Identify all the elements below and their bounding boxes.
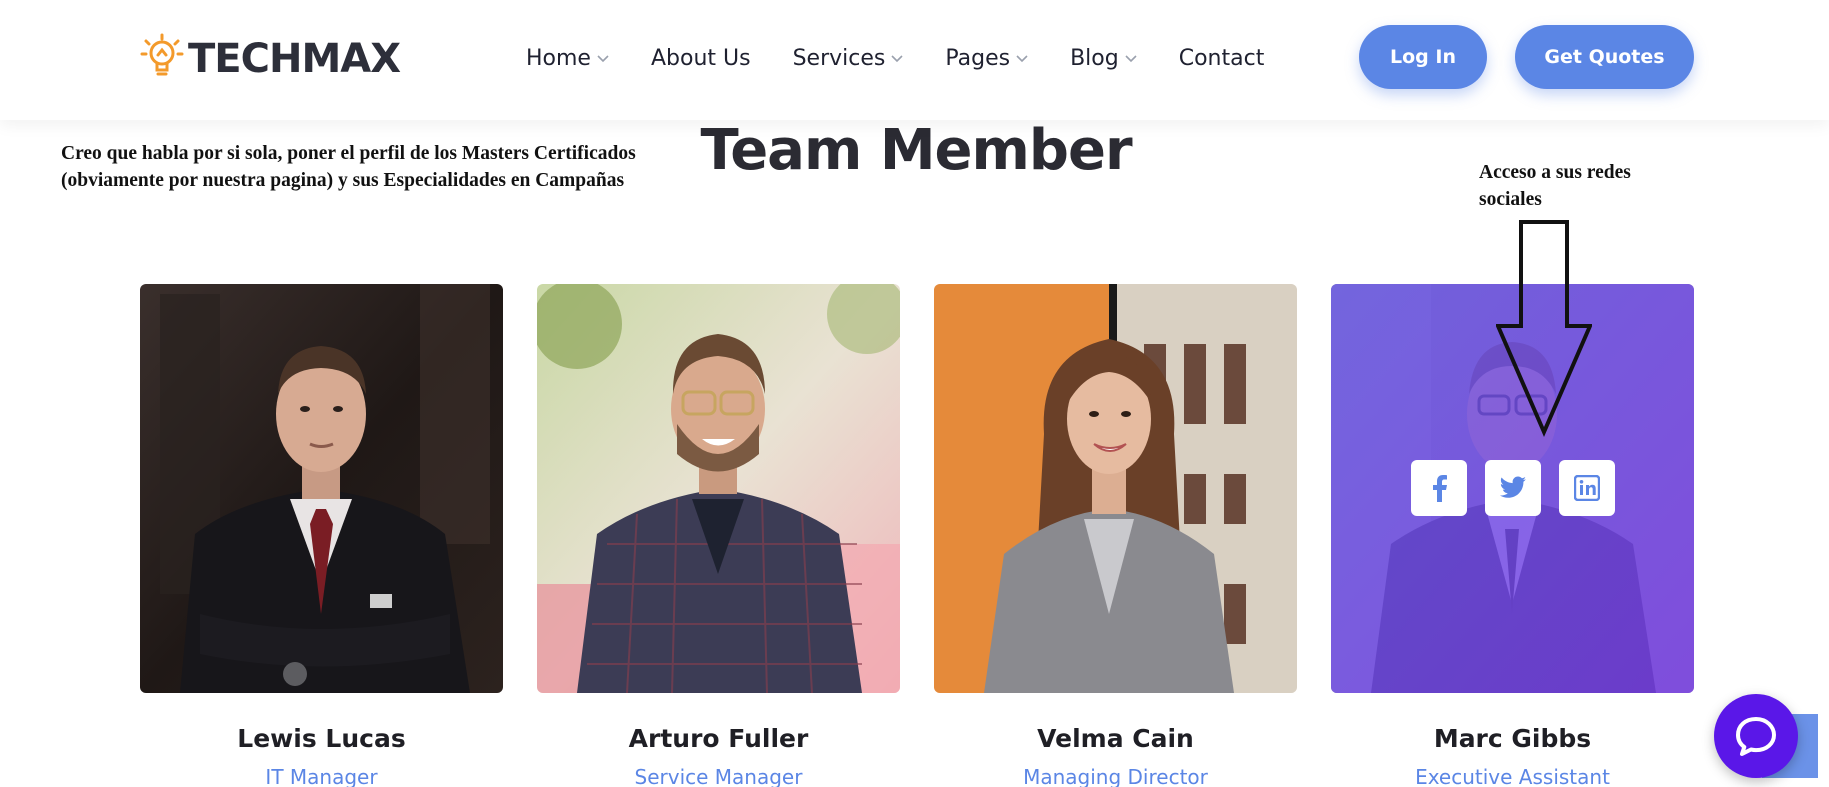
- team-role: Managing Director: [1023, 765, 1208, 787]
- team-role: Service Manager: [634, 765, 803, 787]
- facebook-icon[interactable]: [1411, 460, 1467, 516]
- nav-label: About Us: [650, 45, 751, 71]
- linkedin-icon[interactable]: [1559, 460, 1615, 516]
- chevron-down-icon: [597, 55, 609, 63]
- main-nav: Home About Us Services Pages Blog Contac…: [526, 40, 1306, 76]
- nav-label: Services: [792, 45, 886, 71]
- nav-label: Contact: [1178, 45, 1265, 71]
- team-name: Arturo Fuller: [628, 724, 809, 753]
- chevron-down-icon: [1125, 55, 1137, 63]
- annotation-left: Creo que habla por si sola, poner el per…: [61, 143, 636, 191]
- team-name: Velma Cain: [1037, 724, 1194, 753]
- section-title: Team Member: [700, 118, 1132, 183]
- chevron-down-icon: [891, 55, 903, 63]
- annotation-arrow-icon: [1496, 220, 1592, 438]
- nav-contact[interactable]: Contact: [1179, 46, 1265, 71]
- team-photo[interactable]: [934, 284, 1297, 693]
- chat-button[interactable]: [1714, 694, 1798, 778]
- nav-pages[interactable]: Pages: [945, 46, 1028, 71]
- team-card-lewis-lucas[interactable]: Lewis Lucas IT Manager: [140, 284, 503, 787]
- nav-services[interactable]: Services: [793, 46, 904, 71]
- chevron-down-icon: [1016, 55, 1028, 63]
- twitter-icon[interactable]: [1485, 460, 1541, 516]
- team-photo[interactable]: [140, 284, 503, 693]
- nav-blog[interactable]: Blog: [1070, 46, 1137, 71]
- lightbulb-icon: [140, 33, 184, 86]
- team-role: IT Manager: [265, 765, 378, 787]
- nav-about-us[interactable]: About Us: [651, 46, 751, 71]
- logo-text: TECHMAX: [188, 36, 401, 82]
- login-button[interactable]: Log In: [1359, 25, 1487, 89]
- team-role: Executive Assistant: [1415, 765, 1610, 787]
- team-name: Marc Gibbs: [1433, 724, 1592, 753]
- nav-home[interactable]: Home: [526, 46, 609, 71]
- team-card-velma-cain[interactable]: Velma Cain Managing Director: [934, 284, 1297, 787]
- get-quotes-button[interactable]: Get Quotes: [1515, 25, 1694, 89]
- chat-bubble-icon: [1736, 717, 1776, 756]
- team-card-arturo-fuller[interactable]: Arturo Fuller Service Manager: [537, 284, 900, 787]
- site-header: TECHMAX Home About Us Services Pages Blo…: [0, 0, 1829, 120]
- social-links: [1411, 460, 1633, 516]
- team-name: Lewis Lucas: [237, 724, 406, 753]
- nav-label: Pages: [945, 45, 1011, 71]
- annotation-right: Acceso a sus redes sociales: [1479, 162, 1631, 210]
- nav-label: Blog: [1070, 45, 1119, 71]
- logo[interactable]: TECHMAX: [140, 33, 401, 86]
- nav-label: Home: [526, 45, 591, 71]
- team-photo[interactable]: [537, 284, 900, 693]
